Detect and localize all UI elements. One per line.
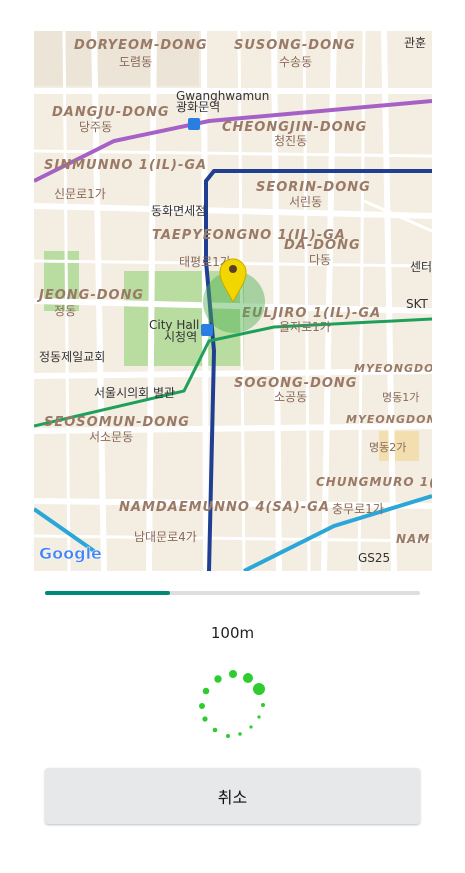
poi-label: 정동제일교회 (39, 350, 105, 364)
station-icon (201, 324, 213, 336)
poi-label: 동화면세점 (151, 204, 206, 218)
district-label: SEOSOMUN-DONG (44, 415, 190, 430)
poi-label: 센터 (410, 260, 432, 274)
district-label-ko: 을지로1가 (279, 320, 331, 334)
district-label-ko: 명동1가 (382, 391, 419, 404)
district-label-ko: 당주동 (79, 120, 112, 134)
district-label: MYEONGDONG 1(IL)-GA (354, 362, 432, 375)
district-label: SUSONG-DONG (234, 38, 356, 53)
district-label: NAM (396, 532, 430, 546)
district-label: SOGONG-DONG (234, 376, 357, 391)
district-label: JEONG-DONG (36, 288, 144, 303)
map-canvas[interactable]: DORYEOM-DONG 도렴동 SUSONG-DONG 수송동 DANGJU-… (34, 31, 432, 571)
district-label: DA-DONG (284, 238, 361, 253)
district-label: DORYEOM-DONG (74, 38, 208, 53)
district-label: SINMUNNO 1(IL)-GA (44, 158, 207, 173)
loading-spinner-icon (199, 670, 265, 738)
map-view[interactable]: DORYEOM-DONG 도렴동 SUSONG-DONG 수송동 DANGJU-… (34, 31, 432, 571)
radius-slider-fill (45, 591, 170, 595)
poi-label: SKT (406, 297, 429, 311)
poi-label: 서울시의회 별관 (94, 386, 175, 400)
google-logo: Google (39, 544, 102, 563)
district-label-ko: 청진동 (274, 134, 307, 148)
district-label-ko: 충무로1가 (332, 502, 384, 516)
poi-label: 광화문역 (176, 100, 220, 114)
district-label-ko: 명동2가 (369, 441, 406, 454)
district-label: CHEONGJIN-DONG (222, 120, 367, 135)
poi-label: GS25 (358, 551, 390, 565)
radius-slider[interactable] (45, 591, 420, 595)
poi-label: 시청역 (164, 330, 197, 344)
district-label-ko: 서소문동 (89, 430, 133, 444)
district-label: MYEONGDONG 2(I)-GA (346, 413, 432, 426)
district-label-ko: 서린동 (289, 195, 322, 209)
district-label-ko: 도렴동 (119, 55, 152, 69)
district-label: SEORIN-DONG (256, 180, 371, 195)
district-label-ko: 남대문로4가 (134, 530, 197, 544)
cancel-button[interactable]: 취소 (45, 768, 420, 824)
district-label-ko: 정동 (54, 304, 76, 318)
station-icon (188, 118, 200, 130)
district-label: DANGJU-DONG (52, 105, 170, 120)
poi-label: 관훈 (404, 36, 426, 50)
radius-value-label: 100m (210, 624, 255, 642)
district-label-ko: 수송동 (279, 55, 312, 69)
district-label-ko: 소공동 (274, 390, 307, 404)
district-label: NAMDAEMUNNO 4(SA)-GA (119, 500, 330, 515)
district-label: CHUNGMURO 1(IL)-GA (316, 475, 432, 489)
district-label-ko: 신문로1가 (54, 187, 106, 201)
district-label-ko: 다동 (309, 253, 331, 267)
